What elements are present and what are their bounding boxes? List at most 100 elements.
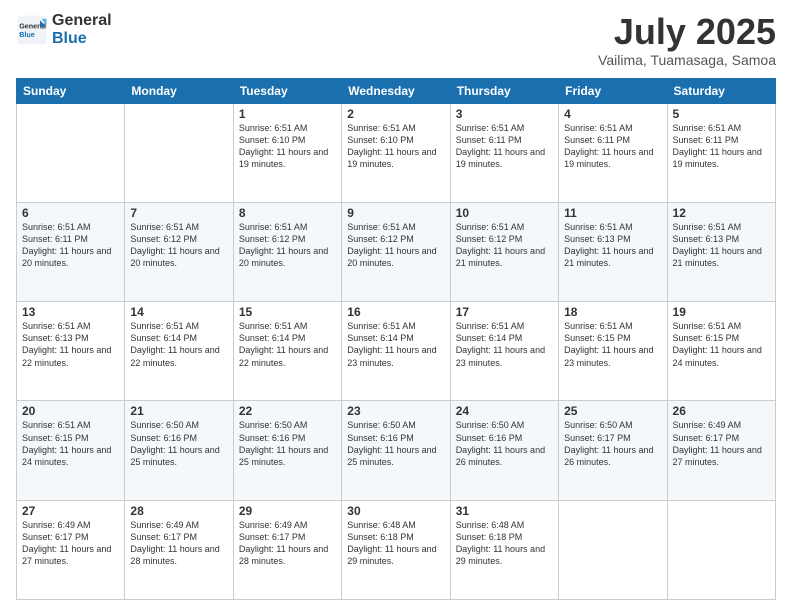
calendar-week-row-5: 27Sunrise: 6:49 AM Sunset: 6:17 PM Dayli… [17,500,776,599]
calendar-week-row-1: 1Sunrise: 6:51 AM Sunset: 6:10 PM Daylig… [17,103,776,202]
day-info: Sunrise: 6:51 AM Sunset: 6:11 PM Dayligh… [22,221,119,270]
calendar-cell: 8Sunrise: 6:51 AM Sunset: 6:12 PM Daylig… [233,202,341,301]
day-info: Sunrise: 6:51 AM Sunset: 6:13 PM Dayligh… [22,320,119,369]
day-info: Sunrise: 6:50 AM Sunset: 6:16 PM Dayligh… [130,419,227,468]
calendar-cell: 25Sunrise: 6:50 AM Sunset: 6:17 PM Dayli… [559,401,667,500]
day-number: 3 [456,107,553,121]
day-info: Sunrise: 6:50 AM Sunset: 6:16 PM Dayligh… [239,419,336,468]
day-number: 10 [456,206,553,220]
day-number: 4 [564,107,661,121]
header: General Blue General Blue July 2025 Vail… [16,12,776,68]
day-number: 2 [347,107,444,121]
day-info: Sunrise: 6:51 AM Sunset: 6:11 PM Dayligh… [564,122,661,171]
calendar-cell: 13Sunrise: 6:51 AM Sunset: 6:13 PM Dayli… [17,302,125,401]
day-number: 6 [22,206,119,220]
day-number: 22 [239,404,336,418]
day-number: 26 [673,404,770,418]
day-number: 9 [347,206,444,220]
day-info: Sunrise: 6:51 AM Sunset: 6:11 PM Dayligh… [673,122,770,171]
calendar-body: 1Sunrise: 6:51 AM Sunset: 6:10 PM Daylig… [17,103,776,599]
calendar-week-row-3: 13Sunrise: 6:51 AM Sunset: 6:13 PM Dayli… [17,302,776,401]
day-info: Sunrise: 6:51 AM Sunset: 6:15 PM Dayligh… [564,320,661,369]
calendar-cell: 3Sunrise: 6:51 AM Sunset: 6:11 PM Daylig… [450,103,558,202]
calendar-title: July 2025 [598,12,776,52]
day-number: 29 [239,504,336,518]
header-friday: Friday [559,78,667,103]
day-info: Sunrise: 6:51 AM Sunset: 6:14 PM Dayligh… [130,320,227,369]
day-info: Sunrise: 6:51 AM Sunset: 6:14 PM Dayligh… [456,320,553,369]
calendar-cell: 7Sunrise: 6:51 AM Sunset: 6:12 PM Daylig… [125,202,233,301]
day-info: Sunrise: 6:51 AM Sunset: 6:12 PM Dayligh… [347,221,444,270]
day-info: Sunrise: 6:51 AM Sunset: 6:10 PM Dayligh… [239,122,336,171]
day-number: 27 [22,504,119,518]
calendar-week-row-4: 20Sunrise: 6:51 AM Sunset: 6:15 PM Dayli… [17,401,776,500]
calendar-cell [559,500,667,599]
day-info: Sunrise: 6:49 AM Sunset: 6:17 PM Dayligh… [239,519,336,568]
day-info: Sunrise: 6:51 AM Sunset: 6:12 PM Dayligh… [239,221,336,270]
calendar-cell: 5Sunrise: 6:51 AM Sunset: 6:11 PM Daylig… [667,103,775,202]
day-number: 14 [130,305,227,319]
day-number: 8 [239,206,336,220]
day-number: 21 [130,404,227,418]
logo: General Blue General Blue [16,12,112,47]
logo-line1: General [52,12,112,29]
day-number: 7 [130,206,227,220]
header-monday: Monday [125,78,233,103]
calendar-cell: 26Sunrise: 6:49 AM Sunset: 6:17 PM Dayli… [667,401,775,500]
calendar-cell: 1Sunrise: 6:51 AM Sunset: 6:10 PM Daylig… [233,103,341,202]
day-number: 13 [22,305,119,319]
day-info: Sunrise: 6:49 AM Sunset: 6:17 PM Dayligh… [673,419,770,468]
header-wednesday: Wednesday [342,78,450,103]
calendar-cell: 30Sunrise: 6:48 AM Sunset: 6:18 PM Dayli… [342,500,450,599]
calendar-cell: 21Sunrise: 6:50 AM Sunset: 6:16 PM Dayli… [125,401,233,500]
calendar-week-row-2: 6Sunrise: 6:51 AM Sunset: 6:11 PM Daylig… [17,202,776,301]
weekday-header-row: Sunday Monday Tuesday Wednesday Thursday… [17,78,776,103]
title-block: July 2025 Vailima, Tuamasaga, Samoa [598,12,776,68]
calendar-cell: 16Sunrise: 6:51 AM Sunset: 6:14 PM Dayli… [342,302,450,401]
day-info: Sunrise: 6:51 AM Sunset: 6:14 PM Dayligh… [347,320,444,369]
calendar-subtitle: Vailima, Tuamasaga, Samoa [598,52,776,68]
day-info: Sunrise: 6:51 AM Sunset: 6:11 PM Dayligh… [456,122,553,171]
day-info: Sunrise: 6:51 AM Sunset: 6:13 PM Dayligh… [564,221,661,270]
day-info: Sunrise: 6:49 AM Sunset: 6:17 PM Dayligh… [130,519,227,568]
day-number: 23 [347,404,444,418]
calendar-cell [17,103,125,202]
calendar-cell: 11Sunrise: 6:51 AM Sunset: 6:13 PM Dayli… [559,202,667,301]
day-info: Sunrise: 6:51 AM Sunset: 6:12 PM Dayligh… [130,221,227,270]
calendar-cell [667,500,775,599]
calendar-cell: 18Sunrise: 6:51 AM Sunset: 6:15 PM Dayli… [559,302,667,401]
calendar-cell: 31Sunrise: 6:48 AM Sunset: 6:18 PM Dayli… [450,500,558,599]
calendar-cell: 6Sunrise: 6:51 AM Sunset: 6:11 PM Daylig… [17,202,125,301]
day-number: 24 [456,404,553,418]
day-number: 15 [239,305,336,319]
day-number: 20 [22,404,119,418]
calendar-cell: 20Sunrise: 6:51 AM Sunset: 6:15 PM Dayli… [17,401,125,500]
day-info: Sunrise: 6:48 AM Sunset: 6:18 PM Dayligh… [456,519,553,568]
calendar-cell: 14Sunrise: 6:51 AM Sunset: 6:14 PM Dayli… [125,302,233,401]
day-number: 18 [564,305,661,319]
day-info: Sunrise: 6:49 AM Sunset: 6:17 PM Dayligh… [22,519,119,568]
day-info: Sunrise: 6:51 AM Sunset: 6:12 PM Dayligh… [456,221,553,270]
svg-text:Blue: Blue [19,30,35,39]
day-number: 30 [347,504,444,518]
day-info: Sunrise: 6:51 AM Sunset: 6:14 PM Dayligh… [239,320,336,369]
day-number: 5 [673,107,770,121]
calendar-cell: 29Sunrise: 6:49 AM Sunset: 6:17 PM Dayli… [233,500,341,599]
calendar-cell: 9Sunrise: 6:51 AM Sunset: 6:12 PM Daylig… [342,202,450,301]
day-number: 1 [239,107,336,121]
day-info: Sunrise: 6:51 AM Sunset: 6:15 PM Dayligh… [22,419,119,468]
day-number: 16 [347,305,444,319]
day-info: Sunrise: 6:51 AM Sunset: 6:13 PM Dayligh… [673,221,770,270]
logo-line2: Blue [52,30,87,47]
calendar-cell: 23Sunrise: 6:50 AM Sunset: 6:16 PM Dayli… [342,401,450,500]
calendar-cell: 10Sunrise: 6:51 AM Sunset: 6:12 PM Dayli… [450,202,558,301]
day-info: Sunrise: 6:50 AM Sunset: 6:16 PM Dayligh… [347,419,444,468]
calendar-cell [125,103,233,202]
calendar-table: Sunday Monday Tuesday Wednesday Thursday… [16,78,776,600]
header-saturday: Saturday [667,78,775,103]
day-info: Sunrise: 6:50 AM Sunset: 6:16 PM Dayligh… [456,419,553,468]
calendar-cell: 12Sunrise: 6:51 AM Sunset: 6:13 PM Dayli… [667,202,775,301]
header-thursday: Thursday [450,78,558,103]
calendar-cell: 28Sunrise: 6:49 AM Sunset: 6:17 PM Dayli… [125,500,233,599]
day-number: 19 [673,305,770,319]
